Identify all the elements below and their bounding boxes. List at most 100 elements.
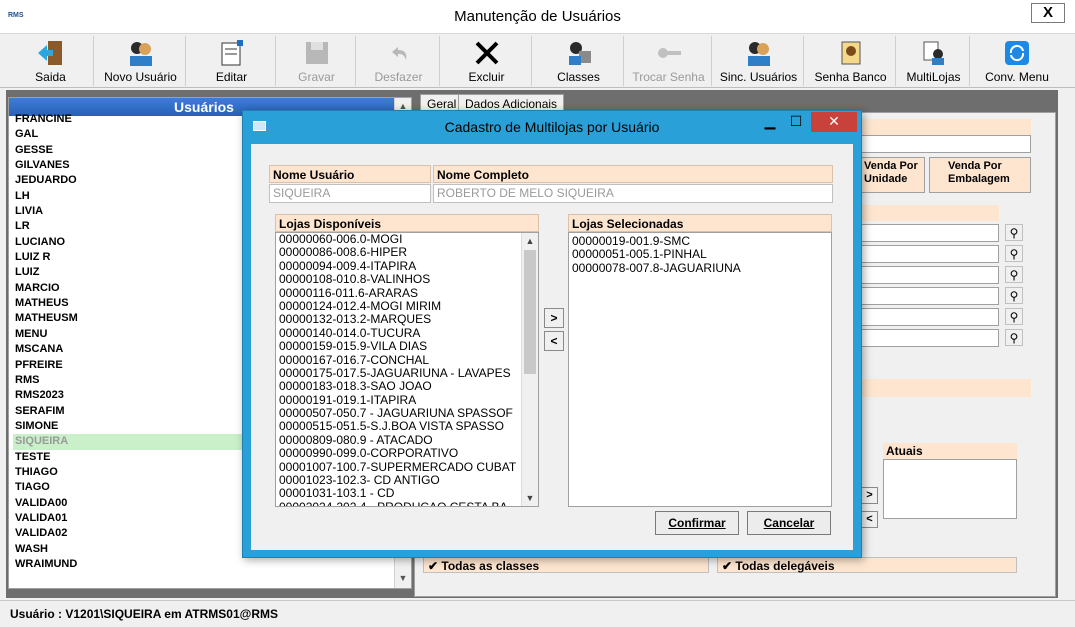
loja-disponivel-item[interactable]: 00000183-018.3-SAO JOAO — [276, 380, 538, 393]
text-field[interactable] — [859, 135, 1031, 153]
loja-disponivel-item[interactable]: 00001007-100.7-SUPERMERCADO CUBAT — [276, 460, 538, 474]
add-class-button[interactable]: > — [861, 487, 878, 504]
lojas-disponiveis-list[interactable]: 00000060-006.0-MOGI 00000086-008.6-HIPER 0… — [275, 232, 539, 507]
multistores-icon — [923, 41, 944, 65]
exit-door-icon — [37, 41, 62, 65]
move-left-button[interactable]: < — [544, 331, 564, 351]
scroll-down-icon[interactable]: ▼ — [395, 570, 411, 586]
save-disk-icon — [305, 42, 328, 64]
radio-venda-unidade[interactable]: Venda Por Unidade — [859, 157, 925, 193]
lojas-selecionadas-list[interactable]: 00000019-001.9-SMC 00000051-005.1-PINHAL 0… — [568, 232, 832, 507]
scroll-up-icon[interactable]: ▲ — [522, 233, 538, 249]
user-list-item[interactable]: WRAIMUND — [13, 557, 399, 572]
binoculars-search-icon[interactable]: ⚲ — [1005, 329, 1023, 346]
confirmar-button[interactable]: Confirmar — [655, 511, 739, 535]
nome-completo-field[interactable]: ROBERTO DE MELO SIQUEIRA — [433, 184, 833, 203]
cancelar-button[interactable]: Cancelar — [747, 511, 831, 535]
peach-field — [859, 119, 1031, 135]
loja-disponivel-item[interactable]: 00000086-008.6-HIPER — [276, 246, 538, 259]
nome-usuario-field[interactable]: SIQUEIRA — [269, 184, 431, 203]
todas-classes-checkbox[interactable]: ✔ Todas as classes — [423, 557, 709, 573]
remove-class-button[interactable]: < — [861, 511, 878, 528]
binoculars-search-icon[interactable]: ⚲ — [1005, 287, 1023, 304]
loja-disponivel-item[interactable]: 00000108-010.8-VALINHOS — [276, 272, 538, 286]
loja-selecionada-item[interactable]: 00000051-005.1-PINHAL — [569, 248, 831, 261]
dialog-body: Nome Usuário Nome Completo SIQUEIRA ROBE… — [251, 144, 853, 550]
binoculars-search-icon[interactable]: ⚲ — [1005, 266, 1023, 283]
excluir-button[interactable]: Excluir — [442, 36, 532, 86]
nome-completo-label: Nome Completo — [433, 165, 833, 183]
binoculars-search-icon[interactable]: ⚲ — [1005, 224, 1023, 241]
status-bar: Usuário : V1201\SIQUEIRA em ATRMS01@RMS — [0, 600, 1075, 627]
window-title: Manutenção de Usuários — [454, 8, 621, 25]
loja-disponivel-item[interactable]: 00000515-051.5-S.J.BOA VISTA SPASSO — [276, 420, 538, 433]
multilojas-button[interactable]: MultiLojas — [898, 36, 970, 86]
todas-delegaveis-checkbox[interactable]: ✔ Todas delegáveis — [717, 557, 1017, 573]
loja-disponivel-item[interactable]: 00000132-013.2-MARQUES — [276, 313, 538, 326]
window-close-button[interactable]: X — [1031, 3, 1065, 23]
loja-disponivel-item[interactable]: 00000094-009.4-ITAPIRA — [276, 259, 538, 273]
db-password-icon — [841, 41, 860, 65]
classes-icon — [568, 42, 591, 65]
binoculars-search-icon[interactable]: ⚲ — [1005, 308, 1023, 325]
classes-button[interactable]: Classes — [534, 36, 624, 86]
loja-disponivel-item[interactable]: 00000175-017.5-JAGUARIUNA - LAVAPES — [276, 366, 538, 380]
code-field-1[interactable] — [859, 224, 999, 242]
dialog-titlebar: Cadastro de Multilojas por Usuário ▁ ☐ ✕ — [243, 111, 861, 143]
trocar-senha-button[interactable]: Trocar Senha — [626, 36, 712, 86]
dialog-close-icon[interactable]: ✕ — [811, 112, 857, 132]
loja-disponivel-item[interactable]: 00000191-019.1-ITAPIRA — [276, 393, 538, 407]
conv-menu-button[interactable]: Conv. Menu — [972, 36, 1062, 86]
desfazer-button[interactable]: Desfazer — [358, 36, 440, 86]
nome-usuario-label: Nome Usuário — [269, 165, 431, 183]
lojas-disponiveis-scrollbar[interactable]: ▲ ▼ — [521, 233, 538, 506]
loja-disponivel-item[interactable]: 00000124-012.4-MOGI MIRIM — [276, 299, 538, 313]
maximize-icon[interactable]: ☐ — [783, 112, 809, 132]
binoculars-search-icon[interactable]: ⚲ — [1005, 245, 1023, 262]
convert-menu-icon — [1005, 41, 1029, 65]
editar-button[interactable]: Editar — [188, 36, 276, 86]
new-user-icon — [129, 42, 152, 66]
move-right-button[interactable]: > — [544, 308, 564, 328]
senha-banco-button[interactable]: Senha Banco — [806, 36, 896, 86]
loja-disponivel-item[interactable]: 00001023-102.3- CD ANTIGO — [276, 473, 538, 487]
atuais-list[interactable] — [883, 459, 1017, 519]
radio-venda-embalagem[interactable]: Venda Por Embalagem — [929, 157, 1031, 193]
loja-disponivel-item[interactable]: 00001031-103.1 - CD — [276, 487, 538, 500]
sync-users-icon — [747, 42, 770, 66]
atuais-header: Atuais — [883, 443, 1017, 459]
peach-field-2 — [859, 379, 1031, 397]
loja-disponivel-item[interactable]: 00000990-099.0-CORPORATIVO — [276, 447, 538, 460]
novo-usuario-button[interactable]: Novo Usuário — [96, 36, 186, 86]
loja-disponivel-item[interactable]: 00000140-014.0-TUCURA — [276, 326, 538, 340]
loja-disponivel-item[interactable]: 00000507-050.7 - JAGUARIUNA SPASSOF — [276, 406, 538, 420]
lojas-disponiveis-label: Lojas Disponíveis — [275, 214, 539, 232]
loja-disponivel-item[interactable]: 00000116-011.6-ARARAS — [276, 286, 538, 300]
loja-selecionada-item[interactable]: 00000078-007.8-JAGUARIUNA — [569, 261, 831, 275]
loja-disponivel-item[interactable]: 00000060-006.0-MOGI — [276, 233, 538, 246]
delete-x-icon — [475, 41, 498, 65]
loja-selecionada-item[interactable]: 00000019-001.9-SMC — [569, 234, 831, 248]
loja-disponivel-item[interactable]: 00000809-080.9 - ATACADO — [276, 433, 538, 447]
window-titlebar: RMS Manutenção de Usuários X — [0, 0, 1075, 34]
edit-form-icon — [221, 40, 243, 66]
code-field-3[interactable] — [859, 266, 999, 284]
multilojas-dialog: Cadastro de Multilojas por Usuário ▁ ☐ ✕… — [242, 110, 862, 558]
loja-disponivel-item[interactable]: 00002024-202.4 - PRODUCAO CESTA BA — [276, 500, 538, 506]
lojas-selecionadas-label: Lojas Selecionadas — [568, 214, 832, 232]
code-field-2[interactable] — [859, 245, 999, 263]
loja-disponivel-item[interactable]: 00000159-015.9-VILA DIAS — [276, 339, 538, 353]
sinc-usuarios-button[interactable]: Sinc. Usuários — [714, 36, 804, 86]
code-field-4[interactable] — [859, 287, 999, 305]
undo-icon — [391, 47, 406, 60]
gravar-button[interactable]: Gravar — [278, 36, 356, 86]
minimize-icon[interactable]: ▁ — [757, 112, 783, 132]
code-field-6[interactable] — [859, 329, 999, 347]
code-field-5[interactable] — [859, 308, 999, 326]
toolbar: Saida Novo Usuário Editar Gravar Desfaze… — [0, 34, 1075, 88]
scroll-thumb[interactable] — [524, 250, 536, 374]
peach-header — [859, 205, 999, 221]
saida-button[interactable]: Saida — [8, 36, 94, 86]
scroll-down-icon[interactable]: ▼ — [522, 490, 538, 506]
loja-disponivel-item[interactable]: 00000167-016.7-CONCHAL — [276, 353, 538, 367]
